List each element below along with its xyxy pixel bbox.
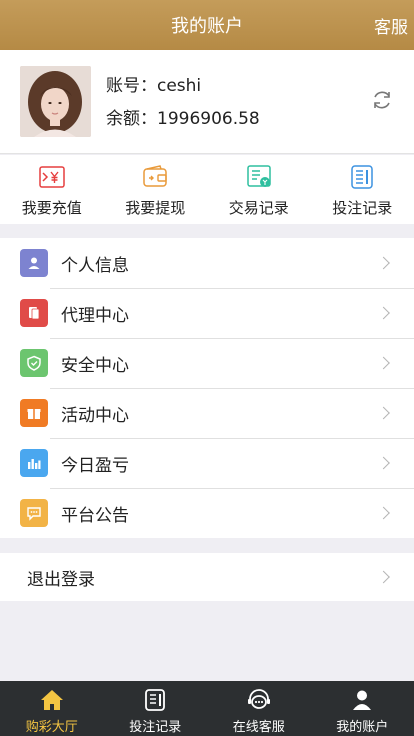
wallet-icon (143, 165, 167, 187)
bet-record-icon (145, 689, 166, 711)
gift-icon (20, 399, 48, 427)
bet-record-icon (351, 165, 373, 189)
menu-item-activity-center[interactable]: 活动中心 (0, 388, 414, 438)
recharge-label: 我要充值 (21, 199, 82, 217)
menu-item-agent-center[interactable]: 代理中心 (0, 288, 414, 338)
message-icon (20, 499, 48, 527)
tab-label: 购彩大厅 (25, 720, 78, 735)
transaction-record-icon (247, 165, 271, 187)
quick-actions: 我要充值 我要提现 交易记录 投注记录 (0, 155, 414, 224)
bet-record-button[interactable]: 投注记录 (311, 155, 414, 224)
tab-online-service[interactable]: 在线客服 (207, 681, 311, 736)
transaction-record-button[interactable]: 交易记录 (207, 155, 311, 224)
user-icon (20, 249, 48, 277)
tab-label: 投注记录 (129, 720, 182, 735)
document-icon (20, 299, 48, 327)
tab-bet-record[interactable]: 投注记录 (104, 681, 208, 736)
chevron-right-icon (377, 356, 390, 370)
withdraw-label: 我要提现 (125, 199, 186, 217)
account-info: 账号：ceshi 余额：1996906.58 (106, 70, 260, 136)
tab-label: 在线客服 (232, 720, 285, 735)
logout-label: 退出登录 (27, 569, 95, 590)
avatar (20, 66, 91, 137)
menu-item-personal-info[interactable]: 个人信息 (0, 238, 414, 288)
recharge-icon (39, 166, 65, 188)
account-name: 账号：ceshi (106, 76, 202, 96)
menu-item-label: 代理中心 (61, 305, 129, 326)
chevron-right-icon (377, 306, 390, 320)
shield-icon (20, 349, 48, 377)
top-header: 我的账户 客服 (0, 0, 414, 50)
tab-lottery-hall[interactable]: 购彩大厅 (0, 681, 104, 736)
account-balance: 余额：1996906.58 (106, 109, 260, 129)
bottom-tabbar: 购彩大厅 投注记录 在线客服 我的账户 (0, 681, 414, 736)
chevron-right-icon (377, 456, 390, 470)
tab-label: 我的账户 (336, 720, 389, 735)
account-menu: 个人信息 代理中心 安全中心 活动中心 今日盈亏 平台公告 (0, 238, 414, 538)
customer-service-icon (247, 689, 270, 709)
bet-record-label: 投注记录 (332, 199, 393, 217)
menu-item-label: 活动中心 (61, 405, 129, 426)
chevron-right-icon (377, 506, 390, 520)
recharge-button[interactable]: 我要充值 (0, 155, 104, 224)
logout-button[interactable]: 退出登录 (0, 553, 414, 601)
account-icon (353, 690, 372, 710)
withdraw-button[interactable]: 我要提现 (104, 155, 208, 224)
refresh-icon[interactable] (370, 88, 394, 112)
tab-my-account[interactable]: 我的账户 (311, 681, 414, 736)
menu-item-label: 安全中心 (61, 355, 129, 376)
home-icon (40, 690, 63, 710)
menu-item-label: 个人信息 (61, 255, 129, 276)
profile-card: 账号：ceshi 余额：1996906.58 (0, 50, 414, 154)
menu-item-announcement[interactable]: 平台公告 (0, 488, 414, 538)
menu-item-label: 平台公告 (61, 505, 129, 526)
bar-chart-icon (20, 449, 48, 477)
chevron-right-icon (377, 406, 390, 420)
menu-item-today-profit[interactable]: 今日盈亏 (0, 438, 414, 488)
transaction-record-label: 交易记录 (228, 199, 289, 217)
page-title: 我的账户 (171, 16, 243, 37)
chevron-right-icon (377, 570, 390, 584)
menu-item-security-center[interactable]: 安全中心 (0, 338, 414, 388)
customer-service-button[interactable]: 客服 (374, 0, 408, 50)
menu-item-label: 今日盈亏 (61, 455, 129, 476)
chevron-right-icon (377, 256, 390, 270)
